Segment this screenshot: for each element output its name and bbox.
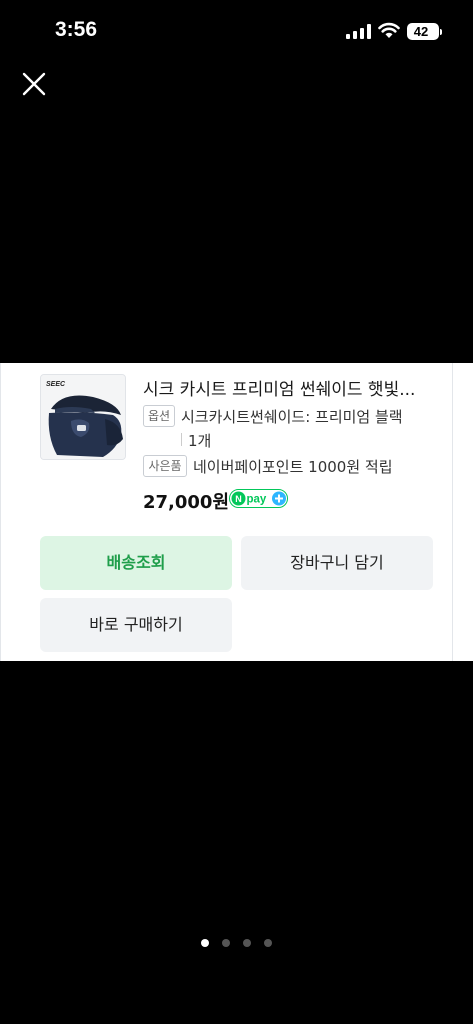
order-card: SEEC 시크 카시트 프리미엄 썬쉐이드 햇빛... 옵션 시크카시트썬쉐이드… — [0, 363, 473, 661]
option-value: 시크카시트썬쉐이드: 프리미엄 블랙 — [181, 408, 403, 426]
card-border — [452, 363, 453, 661]
battery-nub — [440, 29, 442, 35]
page-dot-active[interactable] — [201, 939, 209, 947]
add-to-cart-button[interactable]: 장바구니 담기 — [241, 536, 433, 590]
page-dot[interactable] — [222, 939, 230, 947]
divider — [181, 433, 182, 446]
buy-now-button[interactable]: 바로 구매하기 — [40, 598, 232, 652]
close-icon[interactable] — [22, 72, 46, 96]
battery-icon: 42 — [407, 23, 439, 40]
gift-value: 네이버페이포인트 1000원 적립 — [193, 458, 393, 476]
gift-tag: 사은품 — [143, 455, 187, 477]
wifi-icon — [378, 22, 400, 38]
option-tag: 옵션 — [143, 405, 175, 427]
delivery-tracking-button[interactable]: 배송조회 — [40, 536, 232, 590]
product-thumbnail[interactable]: SEEC — [40, 374, 126, 460]
product-price: 27,000원 — [143, 492, 230, 513]
product-image: SEEC — [41, 375, 125, 459]
npay-badge-icon: N pay — [229, 489, 288, 508]
quantity: 1개 — [188, 432, 212, 450]
svg-text:N: N — [235, 494, 242, 504]
page-dot[interactable] — [264, 939, 272, 947]
page-dot[interactable] — [243, 939, 251, 947]
npay-text: pay — [247, 494, 267, 506]
cellular-signal-icon — [346, 24, 372, 39]
status-time: 3:56 — [55, 18, 98, 41]
brand-mark: SEEC — [46, 381, 66, 388]
product-title[interactable]: 시크 카시트 프리미엄 썬쉐이드 햇빛... — [143, 375, 433, 400]
battery-level: 42 — [413, 24, 429, 39]
card-border — [0, 363, 1, 661]
